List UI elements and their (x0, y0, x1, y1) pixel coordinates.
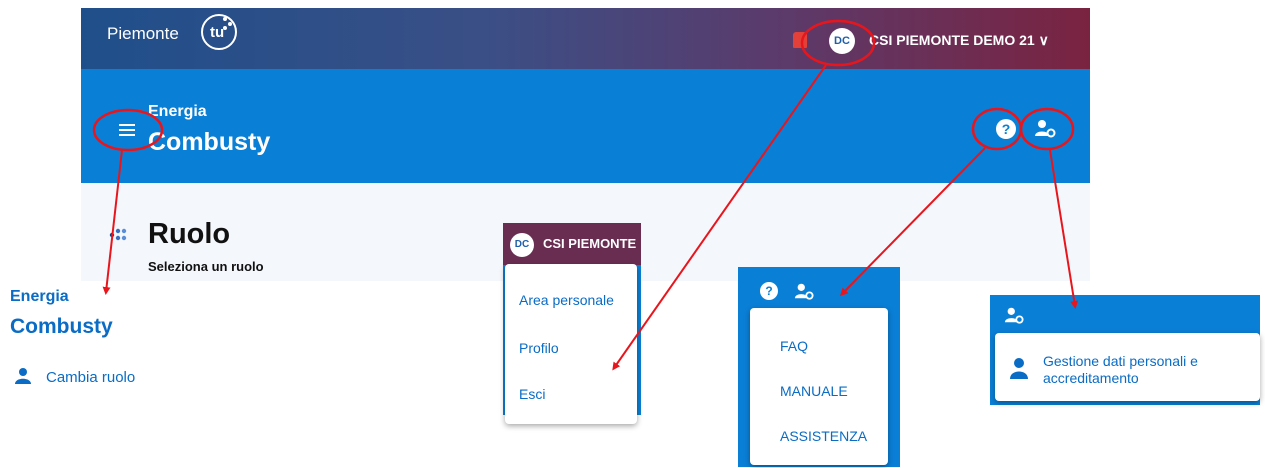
menu-item-area-personale[interactable]: Area personale (519, 292, 614, 308)
help-dropdown-menu: FAQ MANUALE ASSISTENZA (750, 308, 888, 465)
user-dropdown-menu: Area personale Profilo Esci (505, 264, 637, 424)
app-header-bar: Energia Combusty ? (81, 69, 1090, 183)
user-icon (15, 368, 31, 384)
page-subtitle: Seleziona un ruolo (148, 259, 264, 274)
logo-dot (223, 26, 227, 30)
sidebar-title-line2: Combusty (10, 315, 113, 338)
user-settings-icon[interactable] (1004, 305, 1024, 325)
menu-item-esci[interactable]: Esci (519, 386, 545, 402)
user-menu-toggle[interactable]: CSI PIEMONTE DEMO 21 ∨ (869, 32, 1049, 49)
menu-item-assistenza[interactable]: ASSISTENZA (780, 428, 867, 444)
settings-dropdown-menu: Gestione dati personali e accreditamento (995, 333, 1260, 401)
user-icon (1010, 358, 1028, 379)
help-icon[interactable]: ? (996, 119, 1016, 139)
user-settings-icon[interactable] (794, 281, 814, 301)
logo-mark: tu (210, 24, 225, 41)
menu-icon[interactable] (119, 124, 135, 136)
page-title: Ruolo (148, 218, 231, 250)
user-menu-header: DC CSI PIEMONTE (503, 223, 641, 265)
role-dots-icon (109, 228, 127, 241)
logo-text[interactable]: Piemonte (107, 24, 179, 44)
sidebar-item-cambia-ruolo[interactable]: Cambia ruolo (46, 369, 135, 386)
logo-dot (228, 22, 232, 26)
user-avatar[interactable]: DC (829, 28, 855, 54)
app-title-line2: Combusty (148, 128, 271, 156)
sidebar-title-line1: Energia (10, 288, 69, 305)
menu-item-gestione-dati[interactable]: Gestione dati personali e accreditamento (1043, 353, 1243, 387)
help-icon[interactable]: ? (760, 282, 778, 300)
menu-item-faq[interactable]: FAQ (780, 338, 808, 354)
menu-item-profilo[interactable]: Profilo (519, 340, 559, 356)
user-avatar[interactable]: DC (510, 233, 534, 257)
bell-icon[interactable] (793, 32, 807, 48)
top-header-bar: Piemonte tu DC CSI PIEMONTE DEMO 21 ∨ (81, 8, 1090, 69)
logo-dot (223, 17, 227, 21)
app-title-line1: Energia (148, 103, 207, 120)
user-settings-icon[interactable] (1034, 117, 1056, 139)
settings-menu-header (990, 295, 1260, 335)
user-name[interactable]: CSI PIEMONTE (543, 236, 641, 251)
menu-item-manuale[interactable]: MANUALE (780, 383, 848, 399)
